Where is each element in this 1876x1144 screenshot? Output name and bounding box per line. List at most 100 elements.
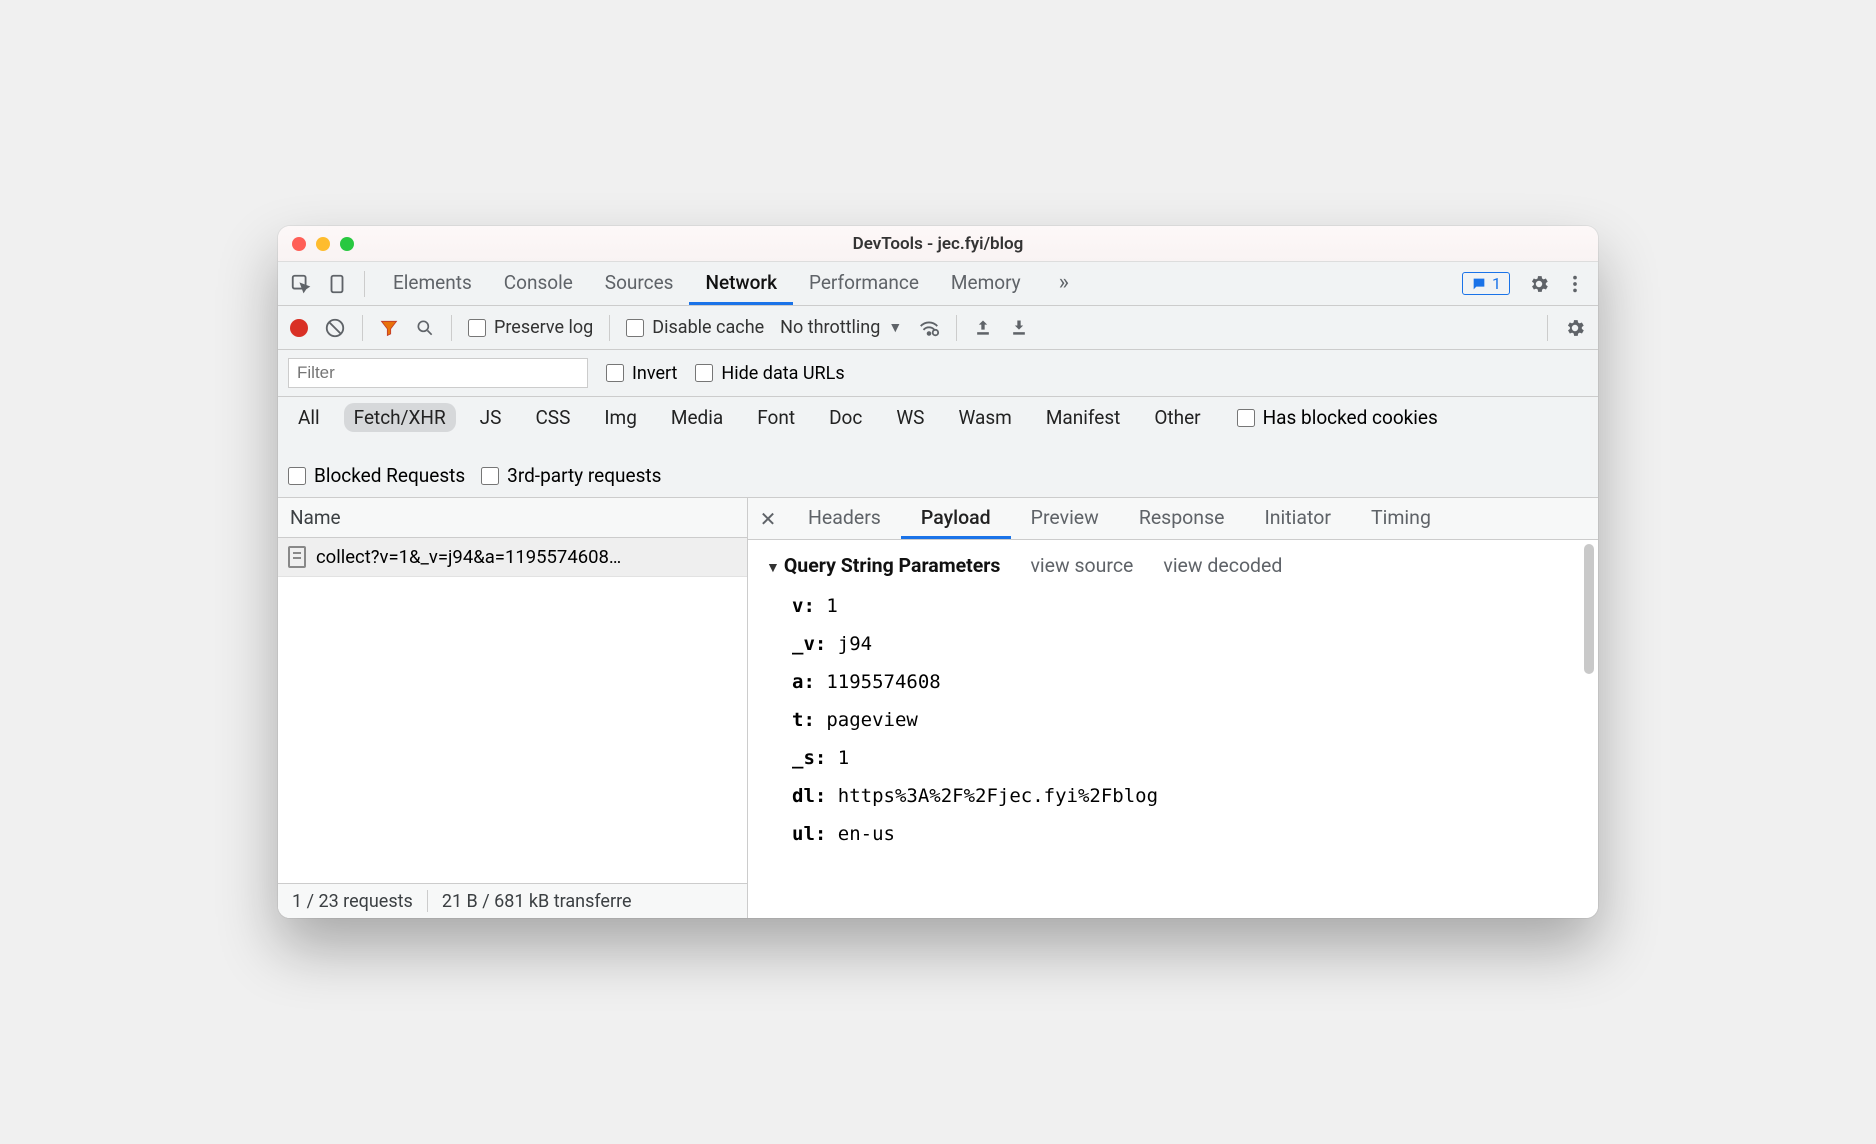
payload-panel: ▼Query String Parameters view source vie… xyxy=(748,540,1598,918)
param-value: 1195574608 xyxy=(826,671,940,693)
param-key: v: xyxy=(792,595,826,617)
separator xyxy=(956,315,957,341)
invert-checkbox[interactable]: Invert xyxy=(606,363,677,384)
separator xyxy=(1547,315,1548,341)
inspect-element-icon[interactable] xyxy=(286,269,316,299)
search-icon[interactable] xyxy=(415,318,435,338)
clear-button[interactable] xyxy=(324,317,346,339)
param-key: _s: xyxy=(792,747,838,769)
request-row[interactable]: collect?v=1&_v=j94&a=1195574608… xyxy=(278,538,747,577)
throttling-dropdown[interactable]: No throttling ▼ xyxy=(780,317,902,338)
param-key: t: xyxy=(792,709,826,731)
requests-list: collect?v=1&_v=j94&a=1195574608… xyxy=(278,538,747,883)
filter-type-wasm[interactable]: Wasm xyxy=(948,403,1021,432)
chevron-down-icon: ▼ xyxy=(888,319,902,336)
minimize-window-button[interactable] xyxy=(316,237,330,251)
filter-type-css[interactable]: CSS xyxy=(525,403,580,432)
more-tabs-button[interactable]: » xyxy=(1043,262,1085,305)
network-settings-icon[interactable] xyxy=(1564,317,1586,339)
blocked-requests-checkbox[interactable]: Blocked Requests xyxy=(288,464,465,487)
payload-section-header: ▼Query String Parameters view source vie… xyxy=(766,554,1580,577)
query-param-row: v: 1 xyxy=(792,587,1580,625)
more-options-icon[interactable] xyxy=(1560,269,1590,299)
tab-console[interactable]: Console xyxy=(488,262,589,305)
filter-type-js[interactable]: JS xyxy=(470,403,512,432)
filter-input[interactable] xyxy=(288,358,588,388)
request-detail-tabs: ✕ HeadersPayloadPreviewResponseInitiator… xyxy=(748,498,1598,540)
separator xyxy=(451,315,452,341)
preserve-log-checkbox[interactable]: Preserve log xyxy=(468,317,593,338)
filter-type-manifest[interactable]: Manifest xyxy=(1036,403,1131,432)
tab-memory[interactable]: Memory xyxy=(935,262,1037,305)
disable-cache-checkbox[interactable]: Disable cache xyxy=(626,317,764,338)
detail-tab-headers[interactable]: Headers xyxy=(788,498,901,539)
query-params-list: v: 1_v: j94a: 1195574608t: pageview_s: 1… xyxy=(792,587,1580,853)
filter-type-other[interactable]: Other xyxy=(1144,403,1210,432)
param-value: 1 xyxy=(838,747,849,769)
upload-har-icon[interactable] xyxy=(973,318,993,338)
document-icon xyxy=(288,546,306,568)
settings-icon[interactable] xyxy=(1524,269,1554,299)
hide-data-urls-checkbox[interactable]: Hide data URLs xyxy=(695,363,844,384)
filter-type-ws[interactable]: WS xyxy=(886,403,934,432)
detail-tab-preview[interactable]: Preview xyxy=(1011,498,1119,539)
tab-performance[interactable]: Performance xyxy=(793,262,935,305)
disclosure-triangle-icon[interactable]: ▼Query String Parameters xyxy=(766,554,1000,577)
column-header-name[interactable]: Name xyxy=(278,498,747,538)
request-type-filters: All Fetch/XHR JS CSS Img Media Font Doc WS Wasm Ma… xyxy=(278,397,1598,498)
close-detail-button[interactable]: ✕ xyxy=(748,507,788,531)
devtools-window: DevTools - jec.fyi/blog ElementsConsoleS… xyxy=(278,226,1598,918)
filter-type-media[interactable]: Media xyxy=(661,403,733,432)
traffic-lights xyxy=(292,237,354,251)
param-value: pageview xyxy=(826,709,918,731)
query-param-row: t: pageview xyxy=(792,701,1580,739)
request-name: collect?v=1&_v=j94&a=1195574608… xyxy=(316,546,621,568)
param-value: 1 xyxy=(826,595,837,617)
filter-toggle-icon[interactable] xyxy=(379,318,399,338)
devtools-panel-tabs: ElementsConsoleSourcesNetworkPerformance… xyxy=(278,262,1598,306)
requests-status-bar: 1 / 23 requests 21 B / 681 kB transferre xyxy=(278,883,747,918)
param-value: en-us xyxy=(838,823,895,845)
view-decoded-link[interactable]: view decoded xyxy=(1163,554,1282,577)
filter-type-font[interactable]: Font xyxy=(747,403,805,432)
device-toolbar-icon[interactable] xyxy=(322,269,352,299)
close-window-button[interactable] xyxy=(292,237,306,251)
issues-count: 1 xyxy=(1492,274,1501,293)
param-key: ul: xyxy=(792,823,838,845)
download-har-icon[interactable] xyxy=(1009,318,1029,338)
scrollbar[interactable] xyxy=(1584,544,1594,674)
query-param-row: ul: en-us xyxy=(792,815,1580,853)
window-title: DevTools - jec.fyi/blog xyxy=(278,234,1598,254)
issues-badge[interactable]: 1 xyxy=(1462,272,1510,295)
detail-tab-response[interactable]: Response xyxy=(1119,498,1245,539)
filter-type-all[interactable]: All xyxy=(288,403,330,432)
separator xyxy=(364,271,365,297)
third-party-requests-checkbox[interactable]: 3rd-party requests xyxy=(481,464,661,487)
param-value: j94 xyxy=(838,633,872,655)
query-param-row: a: 1195574608 xyxy=(792,663,1580,701)
network-conditions-icon[interactable] xyxy=(918,317,940,339)
status-transfer-size: 21 B / 681 kB transferre xyxy=(442,891,632,912)
has-blocked-cookies-checkbox[interactable]: Has blocked cookies xyxy=(1237,406,1438,429)
network-main: Name collect?v=1&_v=j94&a=1195574608… 1 … xyxy=(278,498,1598,918)
param-key: _v: xyxy=(792,633,838,655)
query-param-row: dl: https%3A%2F%2Fjec.fyi%2Fblog xyxy=(792,777,1580,815)
tab-network[interactable]: Network xyxy=(689,262,793,305)
filter-type-fetch-xhr[interactable]: Fetch/XHR xyxy=(344,403,456,432)
network-toolbar: Preserve log Disable cache No throttling… xyxy=(278,306,1598,350)
detail-tab-initiator[interactable]: Initiator xyxy=(1244,498,1350,539)
param-value: https%3A%2F%2Fjec.fyi%2Fblog xyxy=(838,785,1158,807)
filter-type-img[interactable]: Img xyxy=(594,403,647,432)
window-titlebar: DevTools - jec.fyi/blog xyxy=(278,226,1598,262)
param-key: a: xyxy=(792,671,826,693)
detail-tab-timing[interactable]: Timing xyxy=(1351,498,1451,539)
view-source-link[interactable]: view source xyxy=(1030,554,1133,577)
maximize-window-button[interactable] xyxy=(340,237,354,251)
tab-elements[interactable]: Elements xyxy=(377,262,488,305)
param-key: dl: xyxy=(792,785,838,807)
filter-type-doc[interactable]: Doc xyxy=(819,403,872,432)
query-param-row: _s: 1 xyxy=(792,739,1580,777)
detail-tab-payload[interactable]: Payload xyxy=(901,498,1011,539)
record-button[interactable] xyxy=(290,319,308,337)
tab-sources[interactable]: Sources xyxy=(589,262,690,305)
